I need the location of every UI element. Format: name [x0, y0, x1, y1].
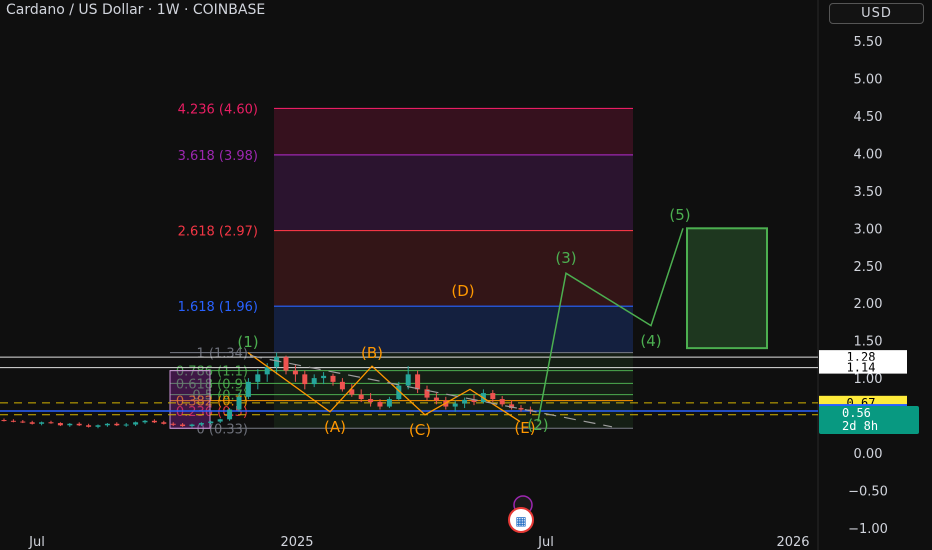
- x-axis-tick-label: 2025: [280, 535, 313, 550]
- y-axis-tick-label: 3.50: [854, 185, 883, 200]
- candle-body: [452, 403, 458, 407]
- impulse-wave-label: (1): [237, 333, 258, 351]
- candle-body: [67, 423, 73, 426]
- fib-extension-label: 2.618 (2.97): [178, 225, 258, 240]
- candle-body: [302, 374, 308, 385]
- candle-body: [20, 421, 26, 423]
- y-axis-tick-label: 5.50: [854, 35, 883, 50]
- fib-extension-label: 3.618 (3.98): [178, 149, 258, 164]
- candle-body: [339, 381, 345, 390]
- candle-body: [133, 422, 139, 425]
- candle-body: [48, 422, 54, 424]
- candle-body: [433, 397, 439, 401]
- candle-body: [405, 374, 411, 386]
- x-axis-tick-label: Jul: [537, 535, 554, 550]
- candle-body: [95, 425, 101, 427]
- candle-body: [114, 423, 120, 426]
- corrective-wave-label: (D): [451, 282, 474, 300]
- candle-body: [170, 423, 176, 425]
- highlight-box: [169, 370, 211, 429]
- y-axis-tick-label: −0.50: [848, 484, 888, 499]
- candle-body: [283, 357, 289, 371]
- candle-body: [189, 424, 195, 427]
- candle-body: [255, 374, 261, 382]
- candle-body: [321, 375, 327, 379]
- candle-body: [142, 420, 148, 423]
- candle-body: [208, 421, 214, 424]
- fib-extension-zone: [274, 306, 633, 353]
- candle-body: [180, 424, 186, 427]
- candle-body: [330, 375, 336, 382]
- candle-body: [39, 422, 45, 424]
- candle-body: [368, 399, 374, 403]
- impulse-wave-label: (2): [527, 416, 548, 434]
- candle-body: [104, 423, 110, 426]
- candle-body: [86, 425, 92, 427]
- candle-body: [386, 399, 392, 407]
- us-flag-icon-glyph: ▦: [515, 514, 526, 528]
- target-box: [686, 227, 768, 350]
- price-chart[interactable]: 5.505.004.504.003.503.002.502.001.501.00…: [0, 0, 932, 550]
- fib-extension-label: 4.236 (4.60): [178, 102, 258, 117]
- candle-body: [462, 399, 468, 404]
- y-axis-tick-label: 3.00: [854, 222, 883, 237]
- fib-retracement-zone: [274, 352, 633, 429]
- candle-body: [217, 419, 223, 422]
- y-axis-tick-label: 4.00: [854, 147, 883, 162]
- candle-body: [227, 409, 233, 420]
- y-axis-tick-label: 0.00: [854, 447, 883, 462]
- countdown-text: 2d 8h: [842, 419, 878, 433]
- price-badge-text: 1.14: [847, 361, 876, 375]
- candle-body: [236, 396, 242, 410]
- candle-body: [76, 423, 82, 426]
- fib-extension-zone: [274, 108, 633, 155]
- candle-body: [29, 422, 35, 424]
- candle-body: [415, 374, 421, 390]
- impulse-wave-label: (5): [669, 206, 690, 224]
- candle-body: [10, 420, 16, 422]
- candle-body: [377, 402, 383, 407]
- candle-body: [123, 424, 129, 426]
- corrective-wave-label: (C): [409, 421, 431, 439]
- y-axis-tick-label: 2.00: [854, 297, 883, 312]
- candle-body: [1, 420, 7, 422]
- candle-body: [358, 394, 364, 400]
- candle-body: [245, 381, 251, 397]
- y-axis-tick-label: 1.50: [854, 335, 883, 350]
- y-axis-tick-label: 5.00: [854, 73, 883, 88]
- candle-body: [57, 423, 63, 426]
- current-price-text: 0.56: [842, 406, 871, 420]
- candle-body: [292, 370, 298, 375]
- fib-extension-zone: [274, 154, 633, 231]
- x-axis-tick-label: Jul: [28, 535, 45, 550]
- candle-body: [499, 399, 505, 405]
- candle-body: [161, 422, 167, 424]
- impulse-wave-label: (3): [555, 249, 576, 267]
- candle-body: [274, 357, 280, 367]
- impulse-wave-label: (4): [640, 332, 661, 350]
- candle-body: [311, 378, 317, 385]
- fib-extension-label: 1.618 (1.96): [178, 300, 258, 315]
- y-axis-tick-label: −1.00: [848, 522, 888, 537]
- candle-body: [490, 393, 496, 400]
- corrective-wave-label: (A): [324, 418, 346, 436]
- candle-body: [518, 408, 524, 410]
- x-axis-tick-label: 2026: [776, 535, 809, 550]
- corrective-wave-label: (B): [361, 344, 383, 362]
- y-axis-tick-label: 2.50: [854, 260, 883, 275]
- candle-body: [151, 420, 157, 423]
- y-axis-tick-label: 4.50: [854, 110, 883, 125]
- candle-body: [198, 423, 204, 425]
